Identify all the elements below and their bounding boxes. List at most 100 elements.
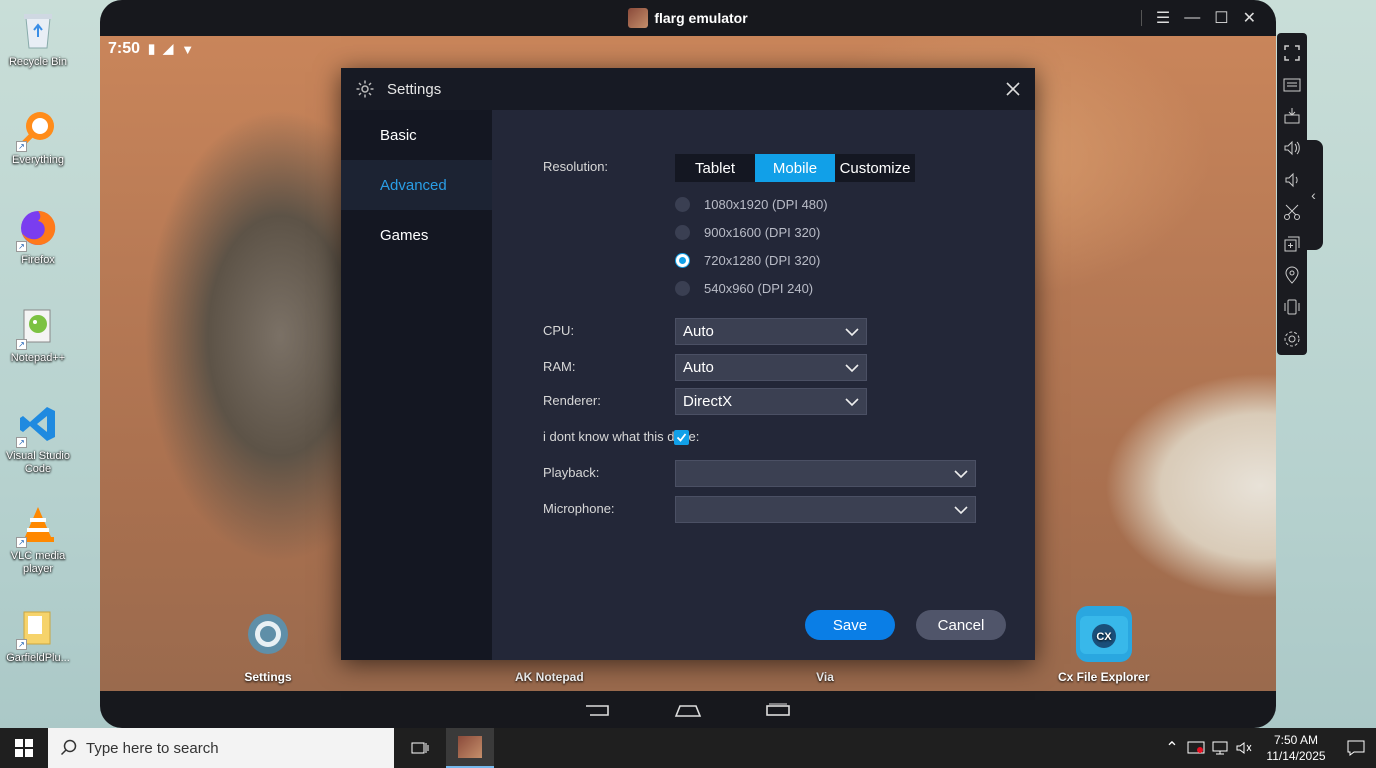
desktop-icon-everything[interactable]: ↗ Everything: [2, 106, 74, 167]
home-app-cx-file-explorer[interactable]: CX Cx File Explorer: [1058, 606, 1149, 684]
microphone-label: Microphone:: [543, 501, 615, 516]
resolution-option-label: 720x1280 (DPI 320): [704, 253, 821, 268]
emulator-title: flarg emulator: [654, 10, 748, 26]
desktop-icon-label: Notepad++: [10, 352, 66, 364]
nav-games[interactable]: Games: [341, 210, 492, 260]
scissors-icon[interactable]: [1277, 196, 1307, 228]
radio-button[interactable]: [675, 281, 690, 296]
checkbox-label-text: i dont know what this d: [543, 429, 675, 444]
system-tray: ⌃ 7:50 AM 11/14/2025: [1160, 728, 1376, 768]
side-toolbar: [1277, 33, 1307, 355]
fullscreen-icon[interactable]: [1277, 37, 1307, 69]
tab-mobile[interactable]: Mobile: [755, 154, 835, 182]
settings-dialog: Settings Basic Advanced Games Resolution…: [341, 68, 1035, 660]
volume-up-icon[interactable]: [1277, 132, 1307, 164]
microphone-select[interactable]: [675, 496, 976, 523]
volume-down-icon[interactable]: [1277, 164, 1307, 196]
signal-icon: ◢: [163, 41, 174, 56]
renderer-label: Renderer:: [543, 393, 601, 408]
defender-icon[interactable]: [1184, 728, 1208, 768]
tab-tablet[interactable]: Tablet: [675, 154, 755, 182]
desktop-icon-label: Everything: [12, 154, 64, 166]
back-button[interactable]: [583, 702, 613, 718]
menu-icon[interactable]: ☰: [1156, 8, 1170, 28]
task-view-button[interactable]: [404, 728, 436, 768]
taskbar-app-emulator[interactable]: [446, 728, 494, 768]
home-button[interactable]: [673, 702, 703, 718]
cpu-select[interactable]: Auto: [675, 318, 867, 345]
nav-advanced[interactable]: Advanced: [341, 160, 492, 210]
ram-value: Auto: [683, 359, 714, 376]
save-button[interactable]: Save: [805, 610, 895, 640]
taskbar-search[interactable]: Type here to search: [48, 728, 394, 768]
emulator-app-icon: [458, 736, 482, 758]
wifi-icon: ▼: [181, 41, 195, 57]
resolution-option-label: 900x1600 (DPI 320): [704, 225, 821, 240]
nav-basic[interactable]: Basic: [341, 110, 492, 160]
emulator-titlebar[interactable]: flarg emulator ☰ — ☐ ✕: [100, 0, 1276, 36]
app-logo-icon: [628, 8, 649, 28]
close-window-icon[interactable]: ✕: [1243, 8, 1256, 28]
status-time: 7:50: [108, 40, 141, 57]
maximize-icon[interactable]: ☐: [1214, 8, 1228, 28]
apk-install-icon[interactable]: [1277, 101, 1307, 133]
home-app-label: AK Notepad: [515, 670, 584, 684]
radio-button[interactable]: [675, 225, 690, 240]
cx-file-explorer-icon: CX: [1075, 606, 1132, 662]
status-bar: 7:50 ▮ ◢ ▼: [108, 40, 194, 58]
start-button[interactable]: [0, 728, 48, 768]
chevron-down-icon: [845, 328, 859, 337]
keyboard-icon[interactable]: [1277, 69, 1307, 101]
renderer-select[interactable]: DirectX: [675, 388, 867, 415]
taskbar: Type here to search ⌃ 7:50 AM 11/14/2025: [0, 728, 1376, 768]
minimize-icon[interactable]: —: [1184, 9, 1200, 27]
desktop-icon-label: Firefox: [21, 254, 55, 266]
chevron-down-icon: [954, 506, 968, 515]
desktop-icon-vlc[interactable]: ↗ VLC media player: [2, 502, 74, 576]
ram-select[interactable]: Auto: [675, 354, 867, 381]
resolution-option[interactable]: 900x1600 (DPI 320): [675, 225, 820, 240]
desktop-icon-vscode[interactable]: ↗ Visual Studio Code: [2, 402, 74, 476]
notification-center-icon[interactable]: [1336, 728, 1376, 768]
home-app-label: Cx File Explorer: [1058, 670, 1150, 684]
clock-time: 7:50 AM: [1273, 733, 1319, 747]
cx-badge: CX: [1096, 631, 1112, 643]
collapse-toolbar-chevron-icon[interactable]: ‹: [1304, 140, 1323, 250]
desktop-icon-firefox[interactable]: ↗ Firefox: [2, 206, 74, 267]
desktop-icon-label: Visual Studio Code: [5, 450, 70, 475]
settings-content: Resolution: Tablet Mobile Customize 1080…: [492, 110, 1035, 660]
checkbox[interactable]: [674, 430, 689, 445]
desktop-icon-recycle-bin[interactable]: Recycle Bin: [2, 8, 74, 69]
home-app-settings[interactable]: Settings: [240, 606, 296, 684]
multi-instance-icon[interactable]: [1277, 228, 1307, 260]
dialog-header: Settings: [341, 68, 1035, 110]
firefox-icon: ↗: [16, 206, 60, 252]
desktop-icon-notepad-plus-plus[interactable]: ↗ Notepad++: [2, 304, 74, 365]
cancel-button[interactable]: Cancel: [916, 610, 1006, 640]
chevron-down-icon: [845, 398, 859, 407]
volume-muted-icon[interactable]: [1232, 728, 1256, 768]
recents-button[interactable]: [763, 702, 793, 718]
cpu-value: Auto: [683, 323, 714, 340]
resolution-option[interactable]: 720x1280 (DPI 320): [675, 253, 820, 268]
location-icon[interactable]: [1277, 260, 1307, 292]
playback-select[interactable]: [675, 460, 976, 487]
network-icon[interactable]: [1208, 728, 1232, 768]
settings-icon[interactable]: [1277, 323, 1307, 355]
ram-label: RAM:: [543, 359, 576, 374]
clock[interactable]: 7:50 AM 11/14/2025: [1256, 732, 1336, 764]
search-icon: [60, 739, 77, 756]
search-placeholder: Type here to search: [86, 739, 219, 757]
desktop-icon-folder[interactable]: ↗ GarfieldPlu...: [2, 604, 74, 665]
radio-button-selected[interactable]: [675, 253, 690, 268]
desktop-icon-label: GarfieldPlu...: [6, 652, 70, 664]
shake-icon[interactable]: [1277, 291, 1307, 323]
resolution-option[interactable]: 540x960 (DPI 240): [675, 281, 813, 296]
show-hidden-icons-chevron-icon[interactable]: ⌃: [1160, 728, 1184, 768]
close-icon[interactable]: [1001, 77, 1025, 101]
radio-button[interactable]: [675, 197, 690, 212]
playback-label: Playback:: [543, 465, 600, 480]
tab-customize[interactable]: Customize: [835, 154, 915, 182]
resolution-tabs: Tablet Mobile Customize: [675, 154, 915, 182]
resolution-option[interactable]: 1080x1920 (DPI 480): [675, 197, 828, 212]
